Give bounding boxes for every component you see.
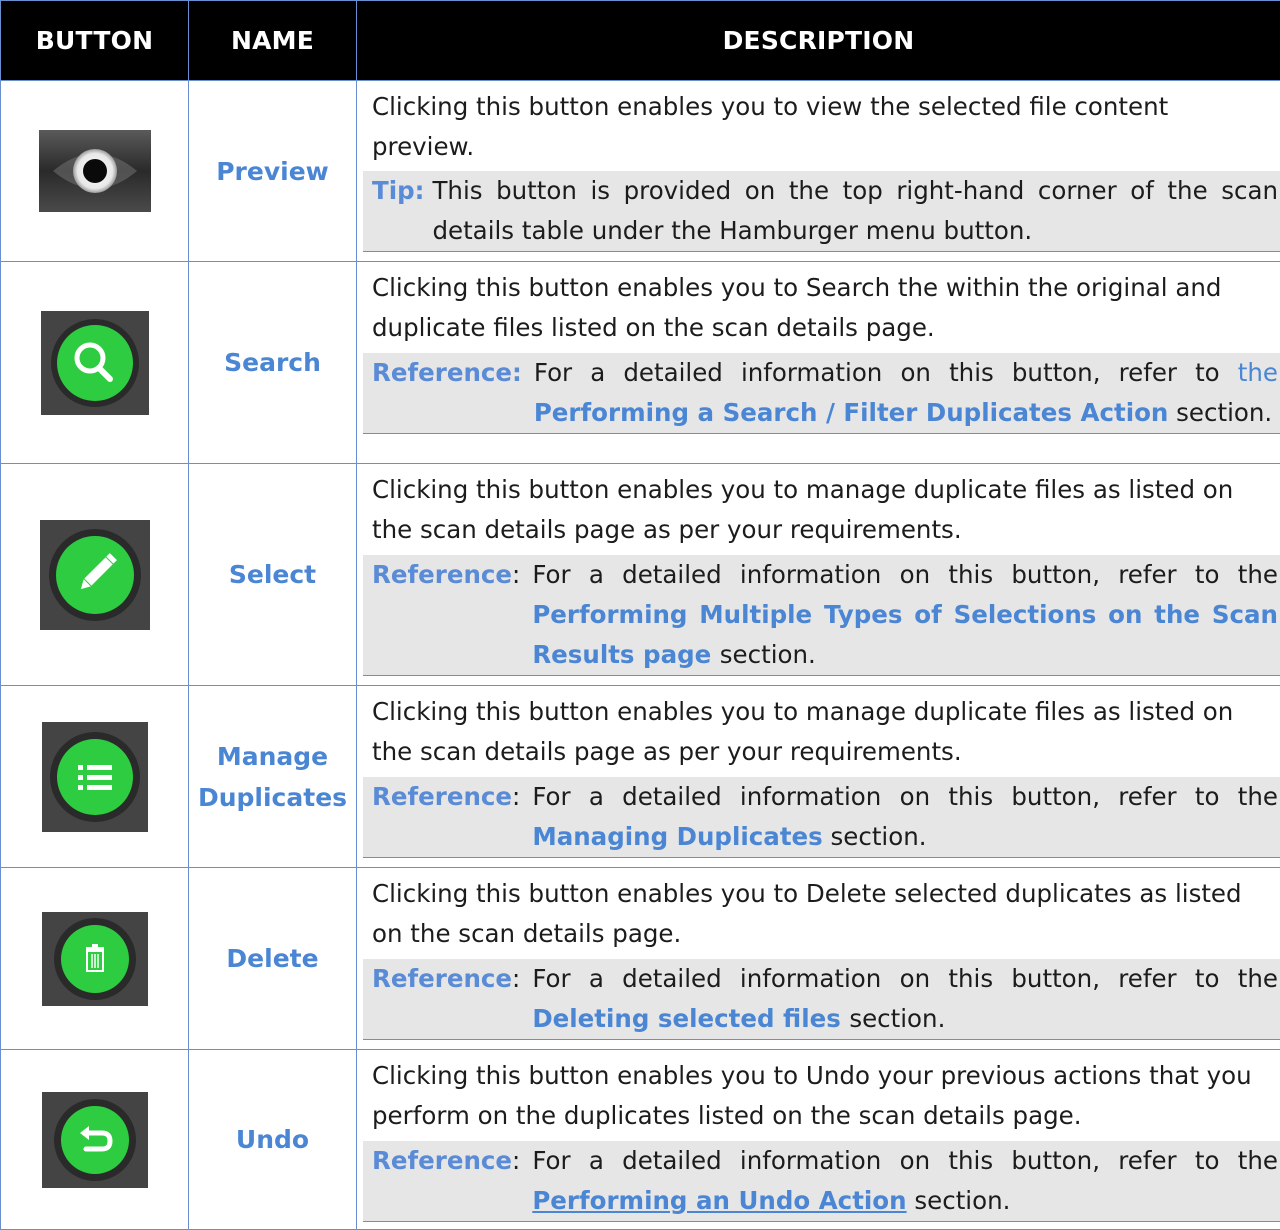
- table-row: Select Clicking this button enables you …: [0, 463, 1280, 686]
- name-cell: Select: [188, 463, 357, 686]
- description-text: Clicking this button enables you to mana…: [372, 475, 1234, 544]
- description-cell: Clicking this button enables you to Sear…: [356, 261, 1280, 464]
- description-text: Clicking this button enables you to Dele…: [372, 879, 1242, 948]
- button-name: Delete: [226, 944, 319, 973]
- reference-text: For a detailed information on this butto…: [533, 358, 1278, 427]
- button-name: Manage: [216, 741, 329, 771]
- button-reference-table: BUTTON NAME DESCRIPTION Preview Clicking…: [0, 0, 1280, 1230]
- reference-note: Reference: For a detailed information on…: [363, 957, 1280, 1040]
- name-cell: Undo: [188, 1049, 357, 1230]
- reference-note: Reference: For a detailed information on…: [363, 351, 1280, 434]
- tip-note: Tip: This button is provided on the top …: [363, 169, 1280, 252]
- reference-link[interactable]: Performing a Search / Filter Duplicates …: [534, 398, 1169, 427]
- table-row: Preview Clicking this button enables you…: [0, 80, 1280, 262]
- button-name: Undo: [235, 1125, 310, 1154]
- reference-text: For a detailed information on this butto…: [532, 560, 1278, 669]
- tip-text: This button is provided on the top right…: [432, 176, 1278, 245]
- button-cell: [0, 80, 189, 262]
- description-text: Clicking this button enables you to view…: [372, 92, 1169, 161]
- reference-label: Reference:: [372, 358, 522, 387]
- description-cell: Clicking this button enables you to mana…: [356, 685, 1280, 868]
- button-name: Preview: [216, 156, 329, 186]
- reference-link[interactable]: Performing an Undo Action: [532, 1186, 906, 1215]
- description-cell: Clicking this button enables you to Dele…: [356, 867, 1280, 1050]
- header-description: DESCRIPTION: [356, 0, 1280, 81]
- name-cell: Search: [188, 261, 357, 464]
- reference-label: Reference:: [372, 560, 521, 589]
- select-pencil-icon: [39, 519, 150, 630]
- description-text: Clicking this button enables you to Undo…: [372, 1061, 1252, 1130]
- button-cell: [0, 261, 189, 464]
- name-cell: Delete: [188, 867, 357, 1050]
- button-cell: [0, 463, 189, 686]
- button-name: Select: [228, 560, 317, 589]
- reference-text: For a detailed information on this butto…: [532, 1146, 1278, 1215]
- reference-link[interactable]: Performing Multiple Types of Selections …: [532, 600, 1278, 669]
- header-button: BUTTON: [0, 0, 189, 81]
- name-cell: Preview: [188, 80, 357, 262]
- reference-label: Reference:: [372, 1146, 521, 1175]
- name-cell: Manage Duplicates: [188, 685, 357, 868]
- description-text: Clicking this button enables you to mana…: [372, 697, 1234, 766]
- reference-link[interactable]: Deleting selected files: [532, 1004, 849, 1033]
- preview-eye-icon: [38, 130, 151, 212]
- manage-list-icon: [41, 721, 148, 832]
- header-name: NAME: [188, 0, 357, 81]
- button-name-line2: Duplicates: [197, 782, 348, 812]
- reference-text: For a detailed information on this butto…: [532, 964, 1278, 1033]
- description-cell: Clicking this button enables you to view…: [356, 80, 1280, 262]
- description-text: Clicking this button enables you to Sear…: [372, 273, 1222, 342]
- table-header-row: BUTTON NAME DESCRIPTION: [0, 0, 1280, 81]
- reference-note: Reference: For a detailed information on…: [363, 1139, 1280, 1222]
- undo-arrow-icon: [41, 1091, 148, 1188]
- reference-link[interactable]: Managing Duplicates: [532, 822, 822, 851]
- button-cell: [0, 867, 189, 1050]
- search-magnifier-icon: [40, 310, 149, 415]
- reference-label: Reference:: [372, 964, 521, 993]
- description-cell: Clicking this button enables you to mana…: [356, 463, 1280, 686]
- table-row: Manage Duplicates Clicking this button e…: [0, 685, 1280, 868]
- table-row: Delete Clicking this button enables you …: [0, 867, 1280, 1050]
- button-cell: [0, 1049, 189, 1230]
- table-row: Undo Clicking this button enables you to…: [0, 1049, 1280, 1230]
- button-name: Search: [224, 348, 321, 377]
- button-cell: [0, 685, 189, 868]
- tip-label: Tip:: [372, 176, 425, 205]
- reference-link-prefix[interactable]: the: [1238, 358, 1278, 387]
- reference-note: Reference: For a detailed information on…: [363, 553, 1280, 676]
- description-cell: Clicking this button enables you to Undo…: [356, 1049, 1280, 1230]
- reference-note: Reference: For a detailed information on…: [363, 775, 1280, 858]
- table-row: Search Clicking this button enables you …: [0, 261, 1280, 464]
- reference-label: Reference:: [372, 782, 521, 811]
- reference-text: For a detailed information on this butto…: [532, 782, 1278, 851]
- delete-trash-icon: [41, 911, 148, 1006]
